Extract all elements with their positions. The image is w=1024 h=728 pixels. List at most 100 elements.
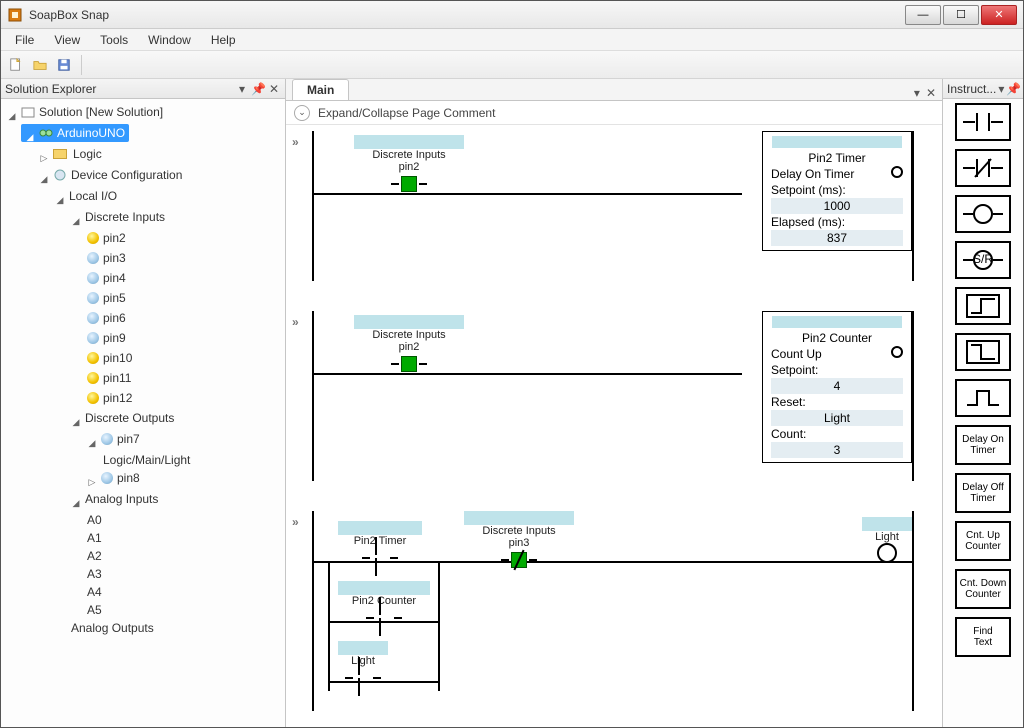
bulb-off-icon [87, 252, 99, 264]
instruction-coil[interactable] [955, 195, 1011, 233]
window-close-button[interactable] [981, 5, 1017, 25]
tree-leaf-a3[interactable]: A3 [85, 565, 104, 583]
rung-collapse-icon[interactable]: » [292, 515, 299, 529]
rung-collapse-icon[interactable]: » [292, 135, 299, 149]
tree-leaf-pin7[interactable]: ◢pin7 [85, 430, 142, 448]
chevron-down-icon[interactable]: ⌄ [294, 105, 310, 121]
menu-file[interactable]: File [5, 31, 44, 49]
instruction-pulse[interactable] [955, 379, 1011, 417]
tree-leaf-pin7-path[interactable]: Logic/Main/Light [101, 451, 192, 469]
window-titlebar: SoapBox Snap [1, 1, 1023, 29]
tree-leaf-pin8[interactable]: ▷pin8 [85, 469, 142, 487]
instruction-panel-header: Instruct... ▾ 📌 ✕ [943, 79, 1023, 99]
panel-pin-icon[interactable]: 📌 [1006, 82, 1020, 96]
contact-nc-pin3[interactable]: Discrete Inputs pin3 [464, 511, 574, 571]
tree-leaf-pin2[interactable]: pin2 [85, 229, 128, 247]
tab-close-icon[interactable]: ✕ [926, 86, 936, 100]
tree-node-logic[interactable]: ▷Logic [37, 145, 104, 163]
rung-1[interactable]: » Discrete Inputs pin2 Pin2 Timer [294, 131, 930, 281]
instruction-panel-title: Instruct... [947, 82, 996, 96]
panel-dropdown-icon[interactable]: ▾ [998, 82, 1004, 96]
instruction-sr-coil[interactable]: S/R [955, 241, 1011, 279]
editor-tabstrip: Main ▾ ✕ [286, 79, 942, 101]
bulb-off-icon [101, 433, 113, 445]
tree-leaf-pin12[interactable]: pin12 [85, 389, 134, 407]
ladder-canvas[interactable]: » Discrete Inputs pin2 Pin2 Timer [286, 125, 942, 727]
editor-area: Main ▾ ✕ ⌄ Expand/Collapse Page Comment … [286, 79, 943, 727]
panel-dropdown-icon[interactable]: ▾ [235, 82, 249, 96]
tree-leaf-a5[interactable]: A5 [85, 601, 104, 619]
menu-bar: File View Tools Window Help [1, 29, 1023, 51]
expand-collapse-label: Expand/Collapse Page Comment [318, 106, 495, 120]
bulb-on-icon [87, 392, 99, 404]
tree-node-local-io[interactable]: ◢Local I/O [53, 187, 119, 205]
window-minimize-button[interactable] [905, 5, 941, 25]
instruction-find-text[interactable]: Find Text [955, 617, 1011, 657]
tree-leaf-pin6[interactable]: pin6 [85, 309, 128, 327]
instruction-list: S/R Delay On Timer Delay Off Timer Cnt. … [943, 99, 1023, 727]
solution-explorer-panel: Solution Explorer ▾ 📌 ✕ ◢Solution [New S… [1, 79, 286, 727]
toolbar [1, 51, 1023, 79]
tree-leaf-pin11[interactable]: pin11 [85, 369, 133, 387]
instruction-falling-edge[interactable] [955, 333, 1011, 371]
timer-block[interactable]: Pin2 Timer Delay On Timer Setpoint (ms):… [762, 131, 912, 251]
tree-leaf-a4[interactable]: A4 [85, 583, 104, 601]
folder-icon [53, 149, 67, 159]
bulb-off-icon [87, 272, 99, 284]
solution-explorer-header: Solution Explorer ▾ 📌 ✕ [1, 79, 285, 99]
instruction-delay-off-timer[interactable]: Delay Off Timer [955, 473, 1011, 513]
rung-collapse-icon[interactable]: » [292, 315, 299, 329]
bulb-on-icon [87, 232, 99, 244]
expand-collapse-bar[interactable]: ⌄ Expand/Collapse Page Comment [286, 101, 942, 125]
menu-view[interactable]: View [44, 31, 90, 49]
contact-pin2counter[interactable]: Pin2 Counter [338, 581, 430, 629]
tree-node-discrete-outputs[interactable]: ◢Discrete Outputs [69, 409, 176, 427]
toolbar-save-button[interactable] [53, 54, 75, 76]
tree-leaf-pin4[interactable]: pin4 [85, 269, 128, 287]
tree-leaf-a1[interactable]: A1 [85, 529, 104, 547]
tree-leaf-pin3[interactable]: pin3 [85, 249, 128, 267]
instruction-cnt-up-counter[interactable]: Cnt. Up Counter [955, 521, 1011, 561]
contact-no-pin2[interactable]: Discrete Inputs pin2 [354, 135, 464, 195]
panel-close-icon[interactable]: ✕ [267, 82, 281, 96]
solution-explorer-title: Solution Explorer [5, 82, 233, 96]
contact-no-pin2-b[interactable]: Discrete Inputs pin2 [354, 315, 464, 375]
bulb-on-icon [87, 352, 99, 364]
instruction-cnt-down-counter[interactable]: Cnt. Down Counter [955, 569, 1011, 609]
tab-dropdown-icon[interactable]: ▾ [914, 86, 920, 100]
toolbar-open-button[interactable] [29, 54, 51, 76]
tree-leaf-a0[interactable]: A0 [85, 511, 104, 529]
menu-tools[interactable]: Tools [90, 31, 138, 49]
done-led-icon [891, 346, 903, 358]
solution-tree[interactable]: ◢Solution [New Solution] ◢ArduinoUNO ▷Lo… [1, 99, 285, 727]
tree-node-device-config[interactable]: ◢Device Configuration [37, 166, 184, 184]
tab-main[interactable]: Main [292, 79, 349, 100]
menu-window[interactable]: Window [138, 31, 201, 49]
tree-leaf-pin10[interactable]: pin10 [85, 349, 134, 367]
instruction-rising-edge[interactable] [955, 287, 1011, 325]
tree-leaf-pin9[interactable]: pin9 [85, 329, 128, 347]
window-maximize-button[interactable] [943, 5, 979, 25]
rung-2[interactable]: » Discrete Inputs pin2 Pin2 Counter [294, 311, 930, 481]
instruction-panel: Instruct... ▾ 📌 ✕ S/R Delay On Timer Del… [943, 79, 1023, 727]
contact-light[interactable]: Light [338, 641, 388, 689]
rung-3[interactable]: » Pin2 Timer [294, 511, 930, 711]
window-title: SoapBox Snap [29, 8, 903, 22]
instruction-nc-contact[interactable] [955, 149, 1011, 187]
tree-leaf-pin5[interactable]: pin5 [85, 289, 128, 307]
menu-help[interactable]: Help [201, 31, 246, 49]
tree-node-analog-inputs[interactable]: ◢Analog Inputs [69, 490, 160, 508]
coil-light[interactable]: Light [862, 517, 912, 563]
panel-pin-icon[interactable]: 📌 [251, 82, 265, 96]
tree-node-discrete-inputs[interactable]: ◢Discrete Inputs [69, 208, 167, 226]
counter-block[interactable]: Pin2 Counter Count Up Setpoint: 4 Reset:… [762, 311, 912, 463]
tree-node-analog-outputs[interactable]: Analog Outputs [69, 619, 156, 637]
instruction-delay-on-timer[interactable]: Delay On Timer [955, 425, 1011, 465]
tree-node-arduino[interactable]: ◢ArduinoUNO [21, 124, 129, 142]
bulb-off-icon [87, 332, 99, 344]
contact-pin2timer[interactable]: Pin2 Timer [338, 521, 422, 569]
tree-leaf-a2[interactable]: A2 [85, 547, 104, 565]
instruction-no-contact[interactable] [955, 103, 1011, 141]
tree-node-solution[interactable]: ◢Solution [New Solution] [5, 103, 165, 121]
toolbar-new-button[interactable] [5, 54, 27, 76]
